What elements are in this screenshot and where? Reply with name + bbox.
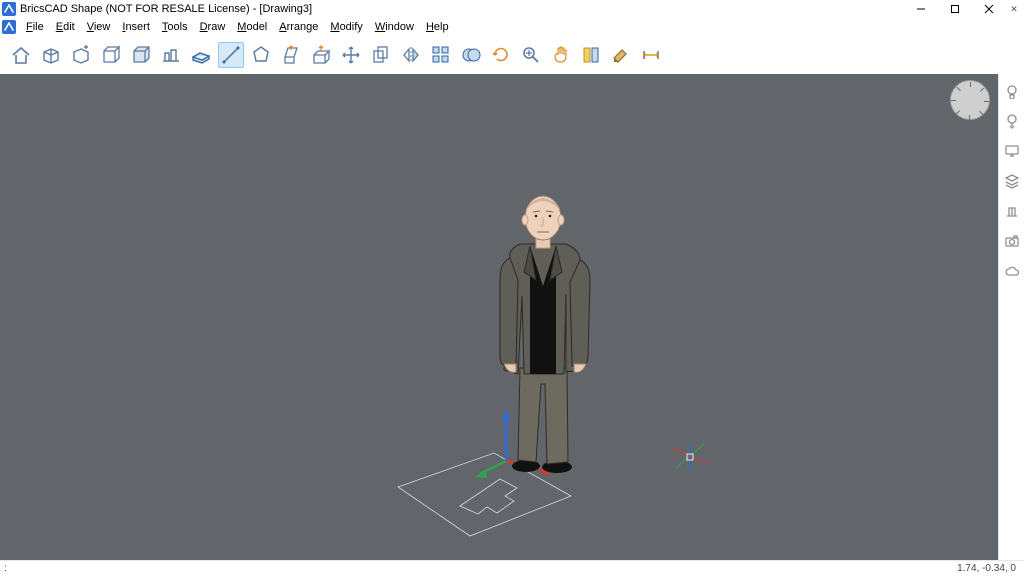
paint-button[interactable] <box>608 42 634 68</box>
polygon-button[interactable] <box>248 42 274 68</box>
array-button[interactable] <box>428 42 454 68</box>
rotate-button[interactable] <box>488 42 514 68</box>
menu-window[interactable]: Window <box>369 19 420 35</box>
menu-bar: FileEditViewInsertToolsDrawModelArrangeM… <box>0 18 1024 36</box>
panel-cloud-icon[interactable] <box>1003 262 1021 280</box>
profile-button[interactable] <box>158 42 184 68</box>
menu-file[interactable]: File <box>20 19 50 35</box>
slab-button[interactable] <box>188 42 214 68</box>
document-close-button[interactable]: ✕ <box>1006 4 1022 15</box>
pushpull-button[interactable] <box>308 42 334 68</box>
panel-light-icon[interactable] <box>1003 82 1021 100</box>
menu-model[interactable]: Model <box>231 19 273 35</box>
window-title: BricsCAD Shape (NOT FOR RESALE License) … <box>20 3 312 15</box>
panel-balloon-icon[interactable] <box>1003 112 1021 130</box>
close-button[interactable] <box>972 0 1006 18</box>
box-button[interactable] <box>38 42 64 68</box>
viewport[interactable] <box>0 74 998 560</box>
status-left: : <box>0 563 7 574</box>
view-cube[interactable] <box>950 80 990 120</box>
cursor-crosshair-icon <box>672 442 708 472</box>
menu-edit[interactable]: Edit <box>50 19 81 35</box>
app-icon <box>2 2 16 16</box>
menu-draw[interactable]: Draw <box>194 19 232 35</box>
pan-button[interactable] <box>548 42 574 68</box>
mirror-button[interactable] <box>398 42 424 68</box>
cube-solid-button[interactable] <box>128 42 154 68</box>
panel-structure-icon[interactable] <box>1003 202 1021 220</box>
menu-help[interactable]: Help <box>420 19 455 35</box>
section-button[interactable] <box>578 42 604 68</box>
cube-wire-button[interactable] <box>98 42 124 68</box>
union-button[interactable] <box>458 42 484 68</box>
maximize-button[interactable] <box>938 0 972 18</box>
menu-view[interactable]: View <box>81 19 117 35</box>
panel-monitor-icon[interactable] <box>1003 142 1021 160</box>
person-model[interactable] <box>500 196 590 473</box>
home-button[interactable] <box>8 42 34 68</box>
menu-insert[interactable]: Insert <box>116 19 156 35</box>
extrude-button[interactable] <box>278 42 304 68</box>
zoom-button[interactable] <box>518 42 544 68</box>
minimize-button[interactable] <box>904 0 938 18</box>
box-add-button[interactable] <box>68 42 94 68</box>
app-icon-small <box>2 20 16 34</box>
status-coordinates: 1.74, -0.34, 0 <box>957 563 1024 574</box>
panel-layers-icon[interactable] <box>1003 172 1021 190</box>
copy-button[interactable] <box>368 42 394 68</box>
line-button[interactable] <box>218 42 244 68</box>
status-bar: : 1.74, -0.34, 0 <box>0 560 1024 576</box>
panel-camera-icon[interactable] <box>1003 232 1021 250</box>
main-toolbar <box>0 36 1024 74</box>
move-button[interactable] <box>338 42 364 68</box>
menu-tools[interactable]: Tools <box>156 19 194 35</box>
menu-arrange[interactable]: Arrange <box>273 19 324 35</box>
menu-modify[interactable]: Modify <box>324 19 368 35</box>
right-panel <box>998 74 1024 560</box>
dimension-button[interactable] <box>638 42 664 68</box>
